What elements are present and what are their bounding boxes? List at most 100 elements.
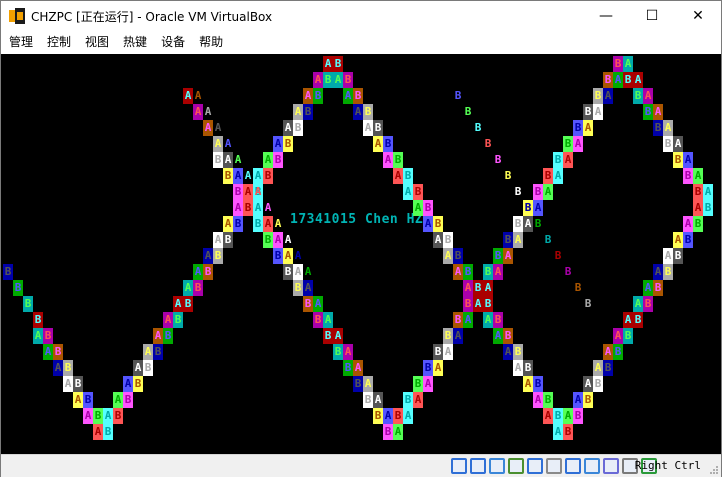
vm-char-cell: A bbox=[493, 264, 503, 280]
vm-char-cell: B bbox=[323, 328, 333, 344]
vm-char-cell: A bbox=[103, 408, 113, 424]
vm-char-cell: A bbox=[403, 408, 413, 424]
vm-char-cell: A bbox=[493, 328, 503, 344]
vm-char-cell: A bbox=[263, 152, 273, 168]
vm-char-cell: B bbox=[373, 120, 383, 136]
vm-char-cell: B bbox=[113, 408, 123, 424]
vm-char-cell: A bbox=[284, 233, 292, 246]
vm-char-cell: B bbox=[484, 137, 492, 150]
vm-char-cell: B bbox=[454, 89, 462, 102]
vm-char-cell: A bbox=[323, 56, 333, 72]
vm-char-cell: A bbox=[214, 121, 222, 134]
host-key-label: Right Ctrl bbox=[634, 459, 701, 472]
menu-help[interactable]: 帮助 bbox=[192, 31, 230, 53]
vm-char-cell: A bbox=[53, 360, 63, 376]
virtualization-icon[interactable] bbox=[603, 458, 619, 474]
vm-char-cell: A bbox=[244, 169, 252, 182]
vm-char-cell: A bbox=[183, 280, 193, 296]
vm-char-cell: B bbox=[453, 248, 463, 264]
vm-char-cell: A bbox=[283, 248, 293, 264]
vm-char-cell: B bbox=[273, 248, 283, 264]
vm-char-cell: A bbox=[33, 328, 43, 344]
vm-char-cell: B bbox=[543, 392, 553, 408]
vm-char-cell: B bbox=[463, 264, 473, 280]
optical-drive-icon[interactable] bbox=[470, 458, 486, 474]
maximize-button[interactable]: ☐ bbox=[629, 1, 675, 31]
vm-char-cell: A bbox=[303, 88, 313, 104]
vm-char-cell: B bbox=[193, 280, 203, 296]
vm-char-cell: B bbox=[513, 344, 523, 360]
vm-char-cell: A bbox=[463, 312, 473, 328]
vm-char-cell: B bbox=[383, 136, 393, 152]
vm-char-cell: B bbox=[353, 88, 363, 104]
usb-icon[interactable] bbox=[527, 458, 543, 474]
vm-char-cell: B bbox=[474, 121, 482, 134]
vm-char-cell: B bbox=[603, 360, 613, 376]
vm-char-cell: A bbox=[663, 248, 673, 264]
vm-char-cell: A bbox=[213, 232, 223, 248]
vm-char-cell: B bbox=[203, 264, 213, 280]
vm-char-cell: A bbox=[203, 120, 213, 136]
vm-char-cell: A bbox=[583, 120, 593, 136]
vm-char-cell: B bbox=[93, 408, 103, 424]
vm-char-cell: B bbox=[403, 168, 413, 184]
vm-char-cell: B bbox=[173, 312, 183, 328]
menu-hotkey[interactable]: 热键 bbox=[116, 31, 154, 53]
shared-folder-icon[interactable] bbox=[546, 458, 562, 474]
vm-char-cell: A bbox=[294, 249, 302, 262]
title-bar[interactable]: CHZPC [正在运行] - Oracle VM VirtualBox — ☐ … bbox=[1, 1, 721, 31]
vm-display[interactable]: 17341015 Chen HZ! BBBBBBBBBBBBBBBBBBBBBB… bbox=[1, 54, 721, 454]
close-button[interactable]: ✕ bbox=[675, 1, 721, 31]
vm-char-cell: A bbox=[243, 184, 253, 200]
vm-char-cell: A bbox=[463, 280, 473, 296]
menu-devices[interactable]: 设备 bbox=[154, 31, 192, 53]
vm-char-cell: B bbox=[133, 376, 143, 392]
vm-char-cell: B bbox=[73, 376, 83, 392]
vm-char-cell: A bbox=[403, 184, 413, 200]
minimize-button[interactable]: — bbox=[583, 1, 629, 31]
vm-char-cell: A bbox=[283, 120, 293, 136]
vm-char-cell: A bbox=[533, 200, 543, 216]
audio-icon[interactable] bbox=[489, 458, 505, 474]
vm-char-cell: A bbox=[234, 153, 242, 166]
vm-char-cell: A bbox=[43, 344, 53, 360]
vm-char-cell: B bbox=[493, 248, 503, 264]
menu-manage[interactable]: 管理 bbox=[1, 31, 40, 53]
vm-char-cell: B bbox=[573, 408, 583, 424]
display-icon[interactable] bbox=[565, 458, 581, 474]
vm-char-cell: B bbox=[453, 312, 463, 328]
vm-char-cell: B bbox=[643, 296, 653, 312]
menu-view[interactable]: 视图 bbox=[78, 31, 116, 53]
vm-char-cell: B bbox=[673, 152, 683, 168]
vm-char-cell: B bbox=[554, 249, 562, 262]
menu-control[interactable]: 控制 bbox=[40, 31, 78, 53]
vm-char-cell: A bbox=[433, 232, 443, 248]
vm-char-cell: B bbox=[343, 360, 353, 376]
vm-char-cell: A bbox=[253, 200, 263, 216]
vm-char-cell: A bbox=[673, 136, 683, 152]
status-bar: Right Ctrl bbox=[1, 454, 721, 477]
vm-char-cell: A bbox=[613, 328, 623, 344]
vm-char-cell: B bbox=[643, 104, 653, 120]
network-icon[interactable] bbox=[508, 458, 524, 474]
vm-char-cell: B bbox=[623, 328, 633, 344]
video-capture-icon[interactable] bbox=[584, 458, 600, 474]
vm-char-cell: B bbox=[153, 344, 163, 360]
vm-char-cell: B bbox=[633, 88, 643, 104]
vm-char-cell: A bbox=[693, 200, 703, 216]
vm-char-cell: B bbox=[373, 408, 383, 424]
vm-char-cell: B bbox=[393, 152, 403, 168]
vm-char-cell: A bbox=[613, 72, 623, 88]
vm-char-cell: B bbox=[3, 264, 13, 280]
hard-disk-icon[interactable] bbox=[451, 458, 467, 474]
vm-char-cell: B bbox=[524, 201, 532, 214]
vm-char-cell: B bbox=[683, 232, 693, 248]
vm-char-cell: B bbox=[273, 152, 283, 168]
vm-char-cell: B bbox=[533, 184, 543, 200]
vm-char-cell: B bbox=[673, 248, 683, 264]
vm-char-cell: A bbox=[413, 392, 423, 408]
vm-char-cell: A bbox=[254, 185, 262, 198]
vm-char-cell: B bbox=[343, 72, 353, 88]
resize-grip-icon[interactable] bbox=[709, 465, 719, 475]
vm-char-cell: A bbox=[593, 104, 603, 120]
